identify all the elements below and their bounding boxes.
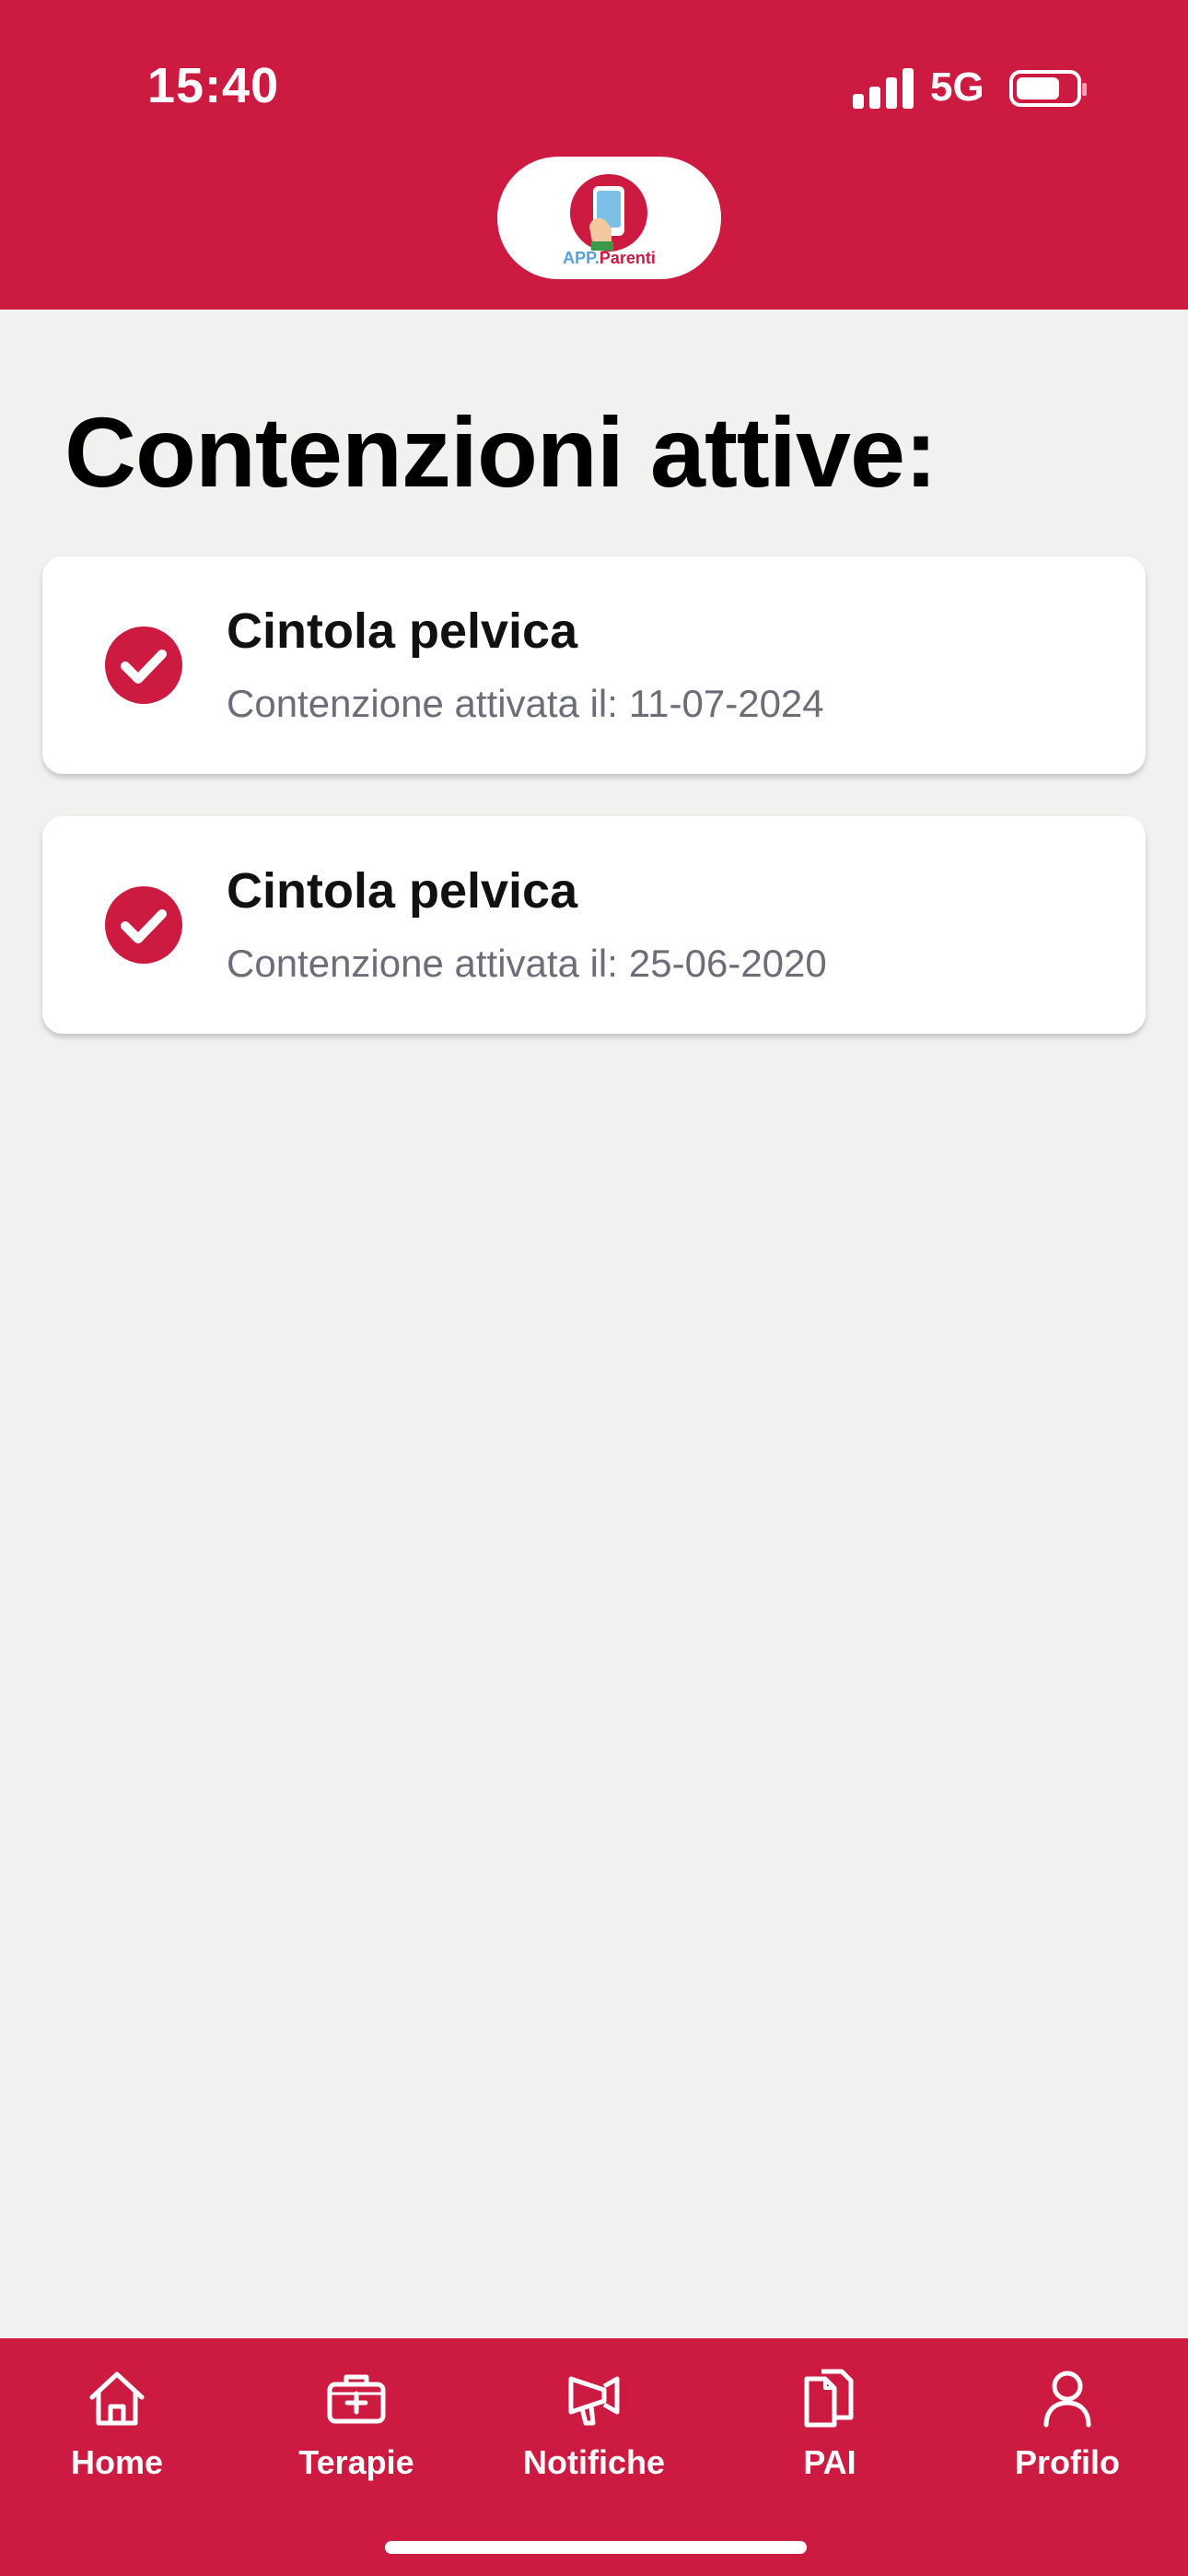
restraint-activation-info: Contenzione attivata il: 11-07-2024 — [227, 682, 824, 726]
cellular-signal-icon — [853, 66, 914, 109]
restraint-name: Cintola pelvica — [227, 603, 578, 659]
page-title: Contenzioni attive: — [64, 396, 938, 508]
tab-profilo-label: Profilo — [1015, 2443, 1120, 2481]
home-indicator[interactable] — [385, 2541, 807, 2554]
activation-date: 11-07-2024 — [628, 682, 824, 725]
activation-date: 25-06-2020 — [628, 942, 827, 985]
logo-parenti-text: Parenti — [599, 249, 656, 267]
activation-label: Contenzione attivata il: — [227, 682, 618, 725]
tab-notifiche-label: Notifiche — [522, 2443, 665, 2481]
tab-terapie-label: Terapie — [298, 2443, 414, 2481]
tab-terapie[interactable]: Terapie — [269, 2366, 444, 2504]
battery-icon — [1009, 70, 1087, 107]
tab-notifiche[interactable]: Notifiche — [507, 2366, 681, 2504]
activation-label: Contenzione attivata il: — [227, 942, 618, 985]
documents-icon — [804, 2369, 854, 2428]
app-header: 15:40 5G APP.Parenti — [0, 0, 1188, 310]
restraint-card[interactable]: Cintola pelvica Contenzione attivata il:… — [42, 556, 1146, 774]
tab-home[interactable]: Home — [29, 2366, 204, 2504]
logo-app-text: APP. — [563, 249, 600, 267]
logo-wordmark: APP.Parenti — [497, 249, 721, 268]
medical-kit-icon — [327, 2374, 386, 2424]
restraint-activation-info: Contenzione attivata il: 25-06-2020 — [227, 942, 827, 986]
status-time: 15:40 — [147, 58, 280, 113]
tab-profilo[interactable]: Profilo — [980, 2366, 1155, 2504]
tab-pai-label: PAI — [803, 2443, 856, 2481]
restraint-card[interactable]: Cintola pelvica Contenzione attivata il:… — [42, 816, 1146, 1034]
check-circle-icon — [105, 886, 182, 964]
restraint-name: Cintola pelvica — [227, 863, 578, 919]
person-icon — [1043, 2371, 1091, 2428]
app-logo[interactable]: APP.Parenti — [497, 157, 721, 279]
home-icon — [89, 2371, 145, 2426]
network-type: 5G — [930, 64, 984, 110]
check-circle-icon — [105, 626, 182, 704]
tab-pai[interactable]: PAI — [742, 2366, 917, 2504]
tab-home-label: Home — [70, 2443, 164, 2481]
megaphone-icon — [568, 2376, 620, 2426]
logo-phone-hand-icon — [570, 174, 647, 252]
